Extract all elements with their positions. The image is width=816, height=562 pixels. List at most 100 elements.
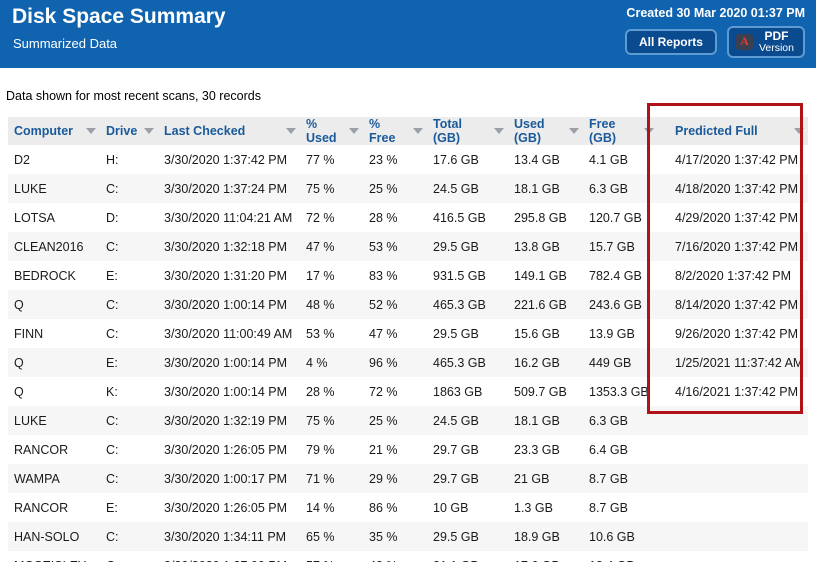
column-header-computer[interactable]: Computer [8,117,100,145]
column-header-free[interactable]: % Free [363,117,427,145]
table-cell: 3/30/2020 1:26:05 PM [158,493,300,522]
table-cell: C: [100,290,158,319]
sort-dropdown-icon[interactable] [569,128,579,134]
column-header-free-gb[interactable]: Free (GB) [583,117,658,145]
table-cell: 3/30/2020 11:00:49 AM [158,319,300,348]
table-cell: MOSEISLEY [8,551,100,562]
table-row: QK:3/30/2020 1:00:14 PM28 %72 %1863 GB50… [8,377,808,406]
sort-dropdown-icon[interactable] [144,128,154,134]
table-cell [658,464,808,493]
column-header-label: Predicted Full [675,124,758,138]
table-cell: 465.3 GB [427,348,508,377]
table-row: LOTSAD:3/30/2020 11:04:21 AM72 %28 %416.… [8,203,808,232]
sort-dropdown-icon[interactable] [349,128,359,134]
sort-dropdown-icon[interactable] [494,128,504,134]
table-cell: 15.7 GB [583,232,658,261]
page: Disk Space Summary Summarized Data Creat… [0,0,816,562]
table-cell: 3/30/2020 1:37:00 PM [158,551,300,562]
pdf-version-button[interactable]: A PDF Version [727,26,805,58]
table-cell: 3/30/2020 1:00:17 PM [158,464,300,493]
table-cell: 221.6 GB [508,290,583,319]
sort-dropdown-icon[interactable] [794,128,804,134]
table-cell: 65 % [300,522,363,551]
table-cell: 6.3 GB [583,174,658,203]
column-header-predicted-full[interactable]: Predicted Full [658,117,808,145]
table-cell: FINN [8,319,100,348]
table-cell: K: [100,377,158,406]
table-row: LUKEC:3/30/2020 1:32:19 PM75 %25 %24.5 G… [8,406,808,435]
table-cell: 29 % [363,464,427,493]
table-cell: 8/14/2020 1:37:42 PM [658,290,808,319]
table-cell: Q [8,377,100,406]
table-cell: E: [100,493,158,522]
table-cell: 28 % [363,203,427,232]
table-cell: 1863 GB [427,377,508,406]
table-cell: 77 % [300,145,363,174]
table-row: QE:3/30/2020 1:00:14 PM4 %96 %465.3 GB16… [8,348,808,377]
sort-dropdown-icon[interactable] [644,128,654,134]
table-cell: LUKE [8,174,100,203]
column-header-total-gb[interactable]: Total (GB) [427,117,508,145]
pdf-button-text: PDF Version [759,30,794,54]
table-cell: D2 [8,145,100,174]
table-cell: 3/30/2020 1:00:14 PM [158,377,300,406]
table-cell: LUKE [8,406,100,435]
table-cell [658,493,808,522]
pdf-icon: A [736,34,753,50]
column-header-last-checked[interactable]: Last Checked [158,117,300,145]
table-cell: 1353.3 GB [583,377,658,406]
table-cell: 3/30/2020 1:00:14 PM [158,290,300,319]
table-cell: 3/30/2020 1:32:19 PM [158,406,300,435]
table-cell: 52 % [363,290,427,319]
table-cell: 18.1 GB [508,406,583,435]
column-header-drive[interactable]: Drive [100,117,158,145]
table-cell: 24.5 GB [427,174,508,203]
table-cell: 13.4 GB [583,551,658,562]
table-cell: C: [100,174,158,203]
table-cell: RANCOR [8,435,100,464]
table-cell: 29.5 GB [427,522,508,551]
column-header-label: % Used [306,117,345,145]
table-cell: 23 % [363,145,427,174]
disk-space-table-wrap: Computer Drive Last Checked% Used % Free Tot… [8,117,808,562]
column-header-label: Free (GB) [589,117,640,145]
table-cell: C: [100,406,158,435]
table-cell: 16.2 GB [508,348,583,377]
table-cell: C: [100,232,158,261]
table-cell: 31.1 GB [427,551,508,562]
column-header-used-gb[interactable]: Used (GB) [508,117,583,145]
table-row: HAN-SOLOC:3/30/2020 1:34:11 PM65 %35 %29… [8,522,808,551]
table-cell: LOTSA [8,203,100,232]
column-header-label: Drive [106,124,137,138]
table-cell: 3/30/2020 1:34:11 PM [158,522,300,551]
table-cell: 47 % [363,319,427,348]
table-cell: 47 % [300,232,363,261]
table-row: QC:3/30/2020 1:00:14 PM48 %52 %465.3 GB2… [8,290,808,319]
header-buttons: All Reports A PDF Version [625,26,805,58]
created-timestamp: Created 30 Mar 2020 01:37 PM [626,6,805,20]
table-cell: HAN-SOLO [8,522,100,551]
column-header-label: % Free [369,117,409,145]
table-cell: 449 GB [583,348,658,377]
table-cell: 25 % [363,174,427,203]
table-cell: 3/30/2020 1:31:20 PM [158,261,300,290]
table-cell: 86 % [363,493,427,522]
table-body: D2H:3/30/2020 1:37:42 PM77 %23 %17.6 GB1… [8,145,808,562]
table-cell: 931.5 GB [427,261,508,290]
column-header-label: Total (GB) [433,117,490,145]
table-cell: WAMPA [8,464,100,493]
all-reports-label: All Reports [639,35,703,49]
table-cell: 72 % [300,203,363,232]
table-cell [658,435,808,464]
table-cell: 35 % [363,522,427,551]
table-cell: Q [8,290,100,319]
sort-dropdown-icon[interactable] [413,128,423,134]
all-reports-button[interactable]: All Reports [625,29,717,55]
table-cell: 13.4 GB [508,145,583,174]
sort-dropdown-icon[interactable] [286,128,296,134]
table-row: BEDROCKE:3/30/2020 1:31:20 PM17 %83 %931… [8,261,808,290]
sort-dropdown-icon[interactable] [86,128,96,134]
column-header-used[interactable]: % Used [300,117,363,145]
table-cell [658,551,808,562]
table-row: MOSEISLEYC:3/30/2020 1:37:00 PM57 %43 %3… [8,551,808,562]
